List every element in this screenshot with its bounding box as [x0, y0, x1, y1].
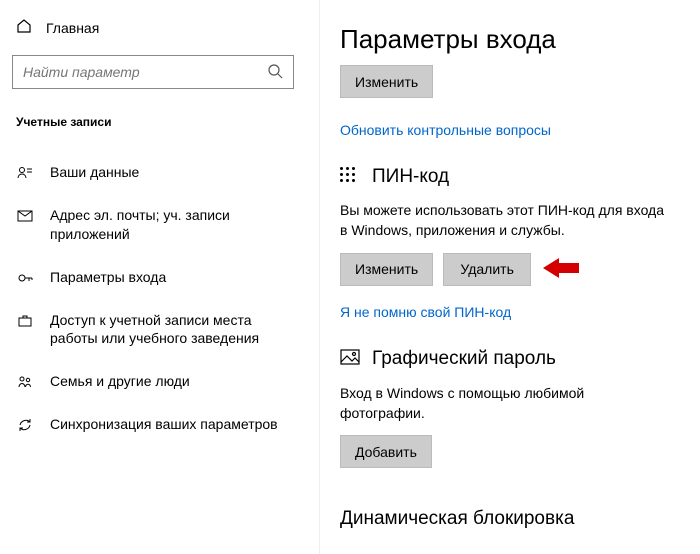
pin-description: Вы можете использовать этот ПИН-код для … — [340, 200, 670, 241]
briefcase-icon — [16, 313, 34, 329]
page-title: Параметры входа — [340, 24, 700, 55]
home-icon — [16, 18, 32, 37]
category-title: Учетные записи — [12, 115, 319, 129]
dynamic-lock-title: Динамическая блокировка — [340, 508, 700, 530]
sidebar-item-your-info[interactable]: Ваши данные — [12, 151, 294, 194]
search-box[interactable] — [12, 55, 294, 89]
change-button-top[interactable]: Изменить — [340, 65, 433, 98]
home-label: Главная — [46, 20, 99, 36]
sidebar-item-sync[interactable]: Синхронизация ваших параметров — [12, 403, 294, 446]
sidebar-item-signin-options[interactable]: Параметры входа — [12, 256, 294, 299]
sidebar-item-label: Ваши данные — [50, 163, 139, 182]
sidebar-item-label: Адрес эл. почты; уч. записи приложений — [50, 206, 290, 244]
search-icon — [267, 63, 283, 82]
pin-title: ПИН-код — [372, 166, 449, 188]
settings-sidebar: Главная Учетные записи Ваши данные Адрес… — [0, 0, 320, 554]
sidebar-item-label: Параметры входа — [50, 268, 166, 287]
picture-password-title: Графический пароль — [372, 348, 556, 370]
sync-icon — [16, 417, 34, 433]
main-content: Параметры входа Изменить Обновить контро… — [320, 0, 700, 554]
home-nav-item[interactable]: Главная — [12, 18, 319, 37]
pin-delete-button[interactable]: Удалить — [443, 253, 531, 286]
pin-change-button[interactable]: Изменить — [340, 253, 433, 286]
picture-password-description: Вход в Windows с помощью любимой фотогра… — [340, 383, 670, 424]
sidebar-item-label: Семья и другие люди — [50, 372, 190, 391]
person-icon — [16, 165, 34, 181]
add-button[interactable]: Добавить — [340, 435, 432, 468]
picture-icon — [340, 348, 360, 371]
search-input[interactable] — [23, 64, 267, 80]
sidebar-item-work-access[interactable]: Доступ к учетной записи места работы или… — [12, 299, 294, 361]
sidebar-item-label: Доступ к учетной записи места работы или… — [50, 311, 290, 349]
forgot-pin-link[interactable]: Я не помню свой ПИН-код — [340, 304, 511, 320]
email-icon — [16, 208, 34, 224]
pin-pad-icon — [340, 167, 360, 187]
pin-section-header: ПИН-код — [340, 166, 700, 188]
picture-password-header: Графический пароль — [340, 348, 700, 371]
arrow-marker-icon — [531, 256, 579, 283]
people-icon — [16, 374, 34, 390]
update-questions-link[interactable]: Обновить контрольные вопросы — [340, 122, 700, 138]
sidebar-item-family[interactable]: Семья и другие люди — [12, 360, 294, 403]
sidebar-item-email[interactable]: Адрес эл. почты; уч. записи приложений — [12, 194, 294, 256]
key-icon — [16, 270, 34, 286]
sidebar-item-label: Синхронизация ваших параметров — [50, 415, 278, 434]
